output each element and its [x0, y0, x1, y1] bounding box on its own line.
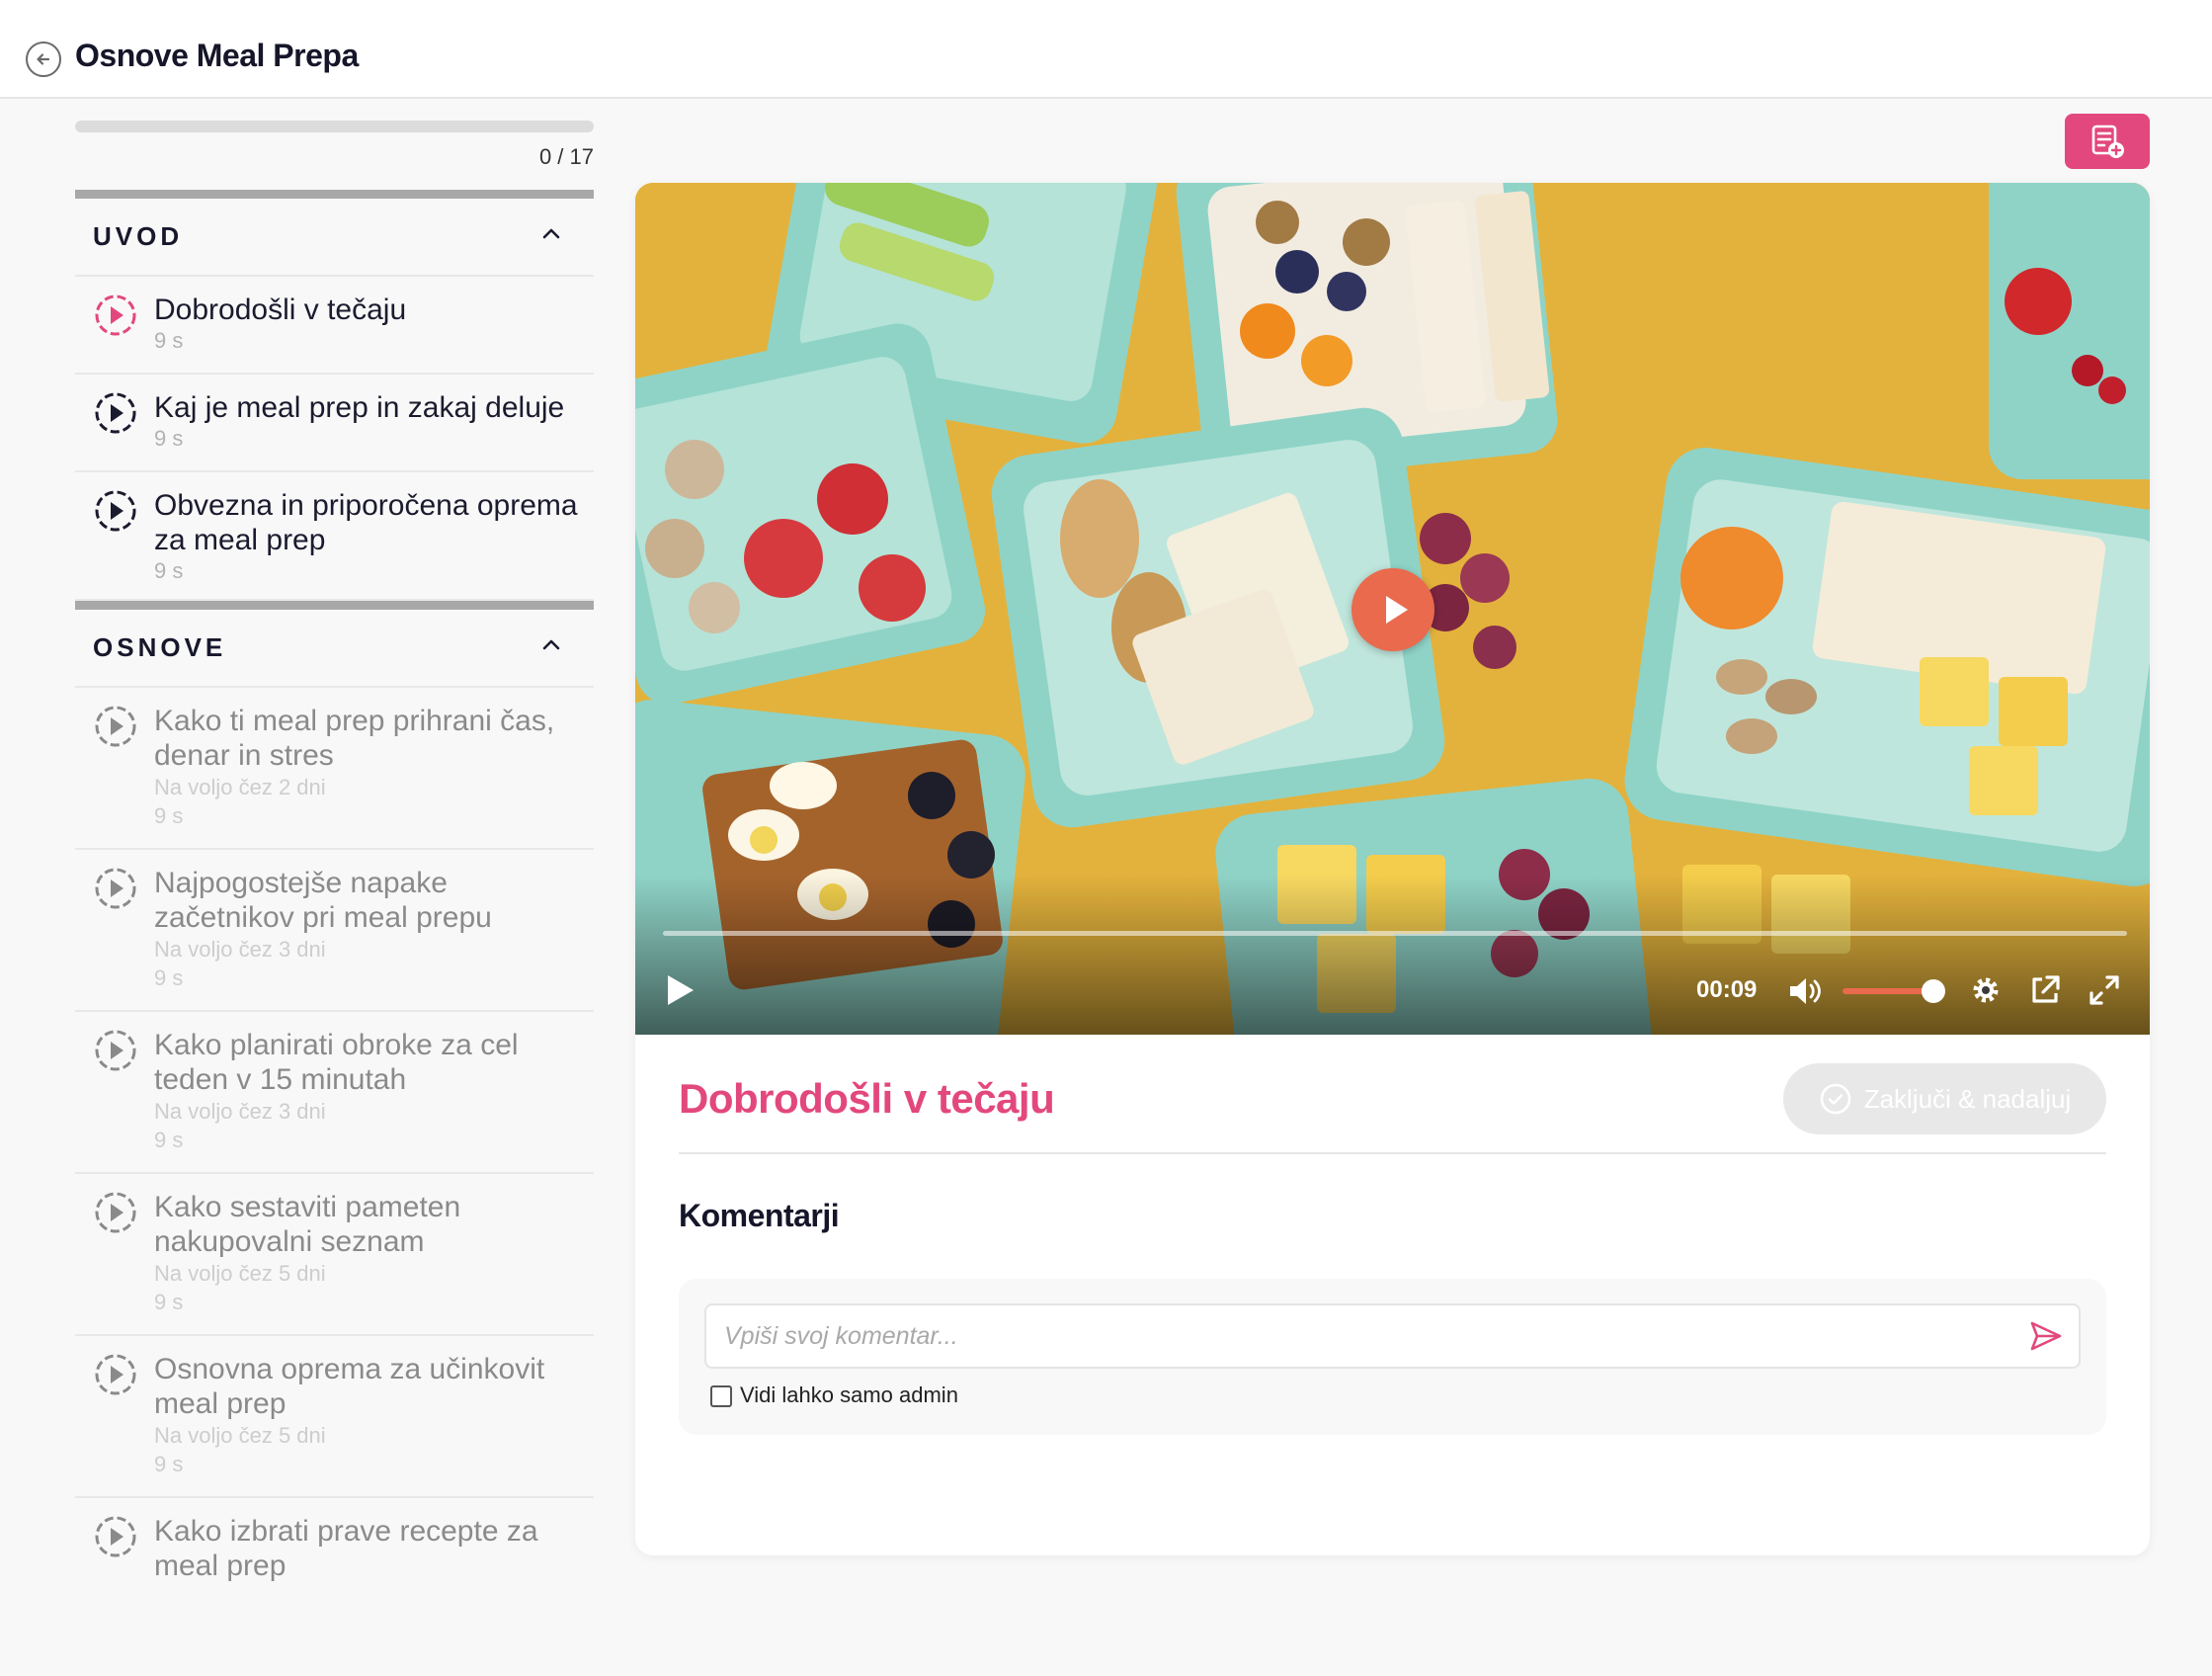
- top-bar: Osnove Meal Prepa: [0, 0, 2212, 99]
- lesson-item[interactable]: Kako izbrati prave recepte za meal prep: [75, 1498, 594, 1601]
- note-add-icon: [2091, 125, 2124, 158]
- section-title: UVOD: [93, 221, 184, 251]
- lesson-availability: Na voljo čez 5 dni: [154, 1423, 326, 1448]
- add-note-button[interactable]: [2065, 114, 2150, 169]
- lesson-title: Dobrodošli v tečaju: [154, 293, 407, 326]
- lesson-duration: 9 s: [154, 1290, 184, 1314]
- volume-button[interactable]: [1787, 974, 1825, 1008]
- play-icon: [668, 975, 694, 1005]
- complete-button-label: Zaključi & nadaljuj: [1863, 1083, 2072, 1114]
- lesson-availability: Na voljo čez 3 dni: [154, 937, 326, 962]
- section-uvod: UVOD Dobrodošli v tečaju 9 s Kaj je meal…: [75, 190, 594, 601]
- fullscreen-icon: [2089, 975, 2119, 1005]
- lesson-title: Kako sestaviti pameten nakupovalni sezna…: [154, 1191, 461, 1258]
- lesson-title: Najpogostejše napake začetnikov pri meal…: [154, 867, 492, 934]
- complete-and-continue-button[interactable]: Zaključi & nadaljuj: [1783, 1063, 2106, 1134]
- course-progress-count: 0 / 17: [538, 144, 594, 169]
- play-circle-icon: [93, 1028, 138, 1073]
- play-circle-icon: [93, 293, 138, 338]
- play-button[interactable]: [663, 973, 696, 1007]
- lesson-availability: Na voljo čez 5 dni: [154, 1261, 326, 1286]
- section-title: OSNOVE: [93, 632, 227, 662]
- lesson-title: Dobrodošli v tečaju: [679, 1075, 1055, 1122]
- play-circle-icon: [93, 704, 138, 749]
- arrow-left-icon: [37, 53, 50, 65]
- seek-bar[interactable]: [663, 931, 2127, 936]
- chevron-up-icon: [538, 632, 564, 663]
- lesson-item[interactable]: Obvezna in priporočena oprema za meal pr…: [75, 472, 594, 601]
- play-circle-icon: [93, 866, 138, 911]
- lesson-duration: 9 s: [154, 328, 184, 353]
- chevron-up-icon: [538, 221, 564, 252]
- lesson-title: Kako planirati obroke za cel teden v 15 …: [154, 1029, 519, 1096]
- lesson-item[interactable]: Kaj je meal prep in zakaj deluje 9 s: [75, 375, 594, 472]
- play-icon: [1386, 596, 1408, 624]
- play-circle-icon: [93, 1190, 138, 1235]
- admin-only-checkbox[interactable]: [710, 1385, 732, 1407]
- settings-button[interactable]: [1969, 973, 2003, 1007]
- lesson-duration: 9 s: [154, 426, 184, 451]
- lesson-title: Kako izbrati prave recepte za meal prep: [154, 1515, 538, 1582]
- lesson-item[interactable]: Najpogostejše napake začetnikov pri meal…: [75, 850, 594, 1012]
- section-header[interactable]: UVOD: [75, 190, 594, 277]
- comment-form: Vidi lahko samo admin: [679, 1279, 2106, 1435]
- lesson-duration: 9 s: [154, 1128, 184, 1152]
- lesson-item[interactable]: Kako ti meal prep prihrani čas, denar in…: [75, 688, 594, 850]
- lesson-title: Osnovna oprema za učinkovit meal prep: [154, 1353, 545, 1420]
- volume-icon: [1790, 978, 1821, 1004]
- lesson-card: 00:09 Dobrodošli v tečaju Zaključi & nad…: [635, 183, 2150, 1555]
- course-progress-bar: [75, 121, 594, 132]
- time-display: 00:09: [1696, 976, 1758, 1003]
- gear-icon: [1973, 977, 1999, 1003]
- divider: [679, 1152, 2106, 1154]
- lesson-availability: Na voljo čez 3 dni: [154, 1099, 326, 1124]
- lesson-title: Kaj je meal prep in zakaj deluje: [154, 391, 565, 424]
- comment-input[interactable]: [704, 1303, 2081, 1369]
- external-link-icon: [2032, 975, 2060, 1003]
- lesson-title: Kako ti meal prep prihrani čas, denar in…: [154, 705, 555, 772]
- fullscreen-button[interactable]: [2088, 973, 2121, 1007]
- play-circle-icon: [93, 1352, 138, 1397]
- popout-button[interactable]: [2028, 973, 2062, 1007]
- back-button[interactable]: [26, 42, 61, 77]
- controls-overlay: [635, 875, 2150, 1035]
- lesson-duration: 9 s: [154, 965, 184, 990]
- lesson-item[interactable]: Kako sestaviti pameten nakupovalni sezna…: [75, 1174, 594, 1336]
- video-player[interactable]: 00:09: [635, 183, 2150, 1035]
- lesson-duration: 9 s: [154, 803, 184, 828]
- lesson-duration: 9 s: [154, 1452, 184, 1476]
- play-circle-icon: [93, 488, 138, 534]
- check-circle-icon: [1820, 1083, 1851, 1115]
- lesson-duration: 9 s: [154, 558, 184, 583]
- lesson-item[interactable]: Dobrodošli v tečaju 9 s: [75, 277, 594, 375]
- big-play-button[interactable]: [1352, 568, 1434, 651]
- lesson-availability: Na voljo čez 2 dni: [154, 775, 326, 799]
- section-header[interactable]: OSNOVE: [75, 601, 594, 688]
- lesson-sidebar: 0 / 17 UVOD Dobrodošli v tečaju 9 s Kaj …: [75, 119, 594, 1676]
- volume-slider-handle[interactable]: [1922, 979, 1945, 1003]
- section-osnove: OSNOVE Kako ti meal prep prihrani čas, d…: [75, 601, 594, 1601]
- send-icon: [2030, 1321, 2062, 1351]
- send-comment-button[interactable]: [2028, 1318, 2064, 1354]
- admin-only-label[interactable]: Vidi lahko samo admin: [740, 1383, 958, 1408]
- lesson-item[interactable]: Osnovna oprema za učinkovit meal prep Na…: [75, 1336, 594, 1498]
- course-title: Osnove Meal Prepa: [75, 38, 359, 73]
- lesson-title: Obvezna in priporočena oprema za meal pr…: [154, 489, 578, 556]
- play-circle-icon: [93, 390, 138, 436]
- comments-title: Komentarji: [679, 1198, 840, 1233]
- lesson-item[interactable]: Kako planirati obroke za cel teden v 15 …: [75, 1012, 594, 1174]
- play-circle-icon: [93, 1514, 138, 1559]
